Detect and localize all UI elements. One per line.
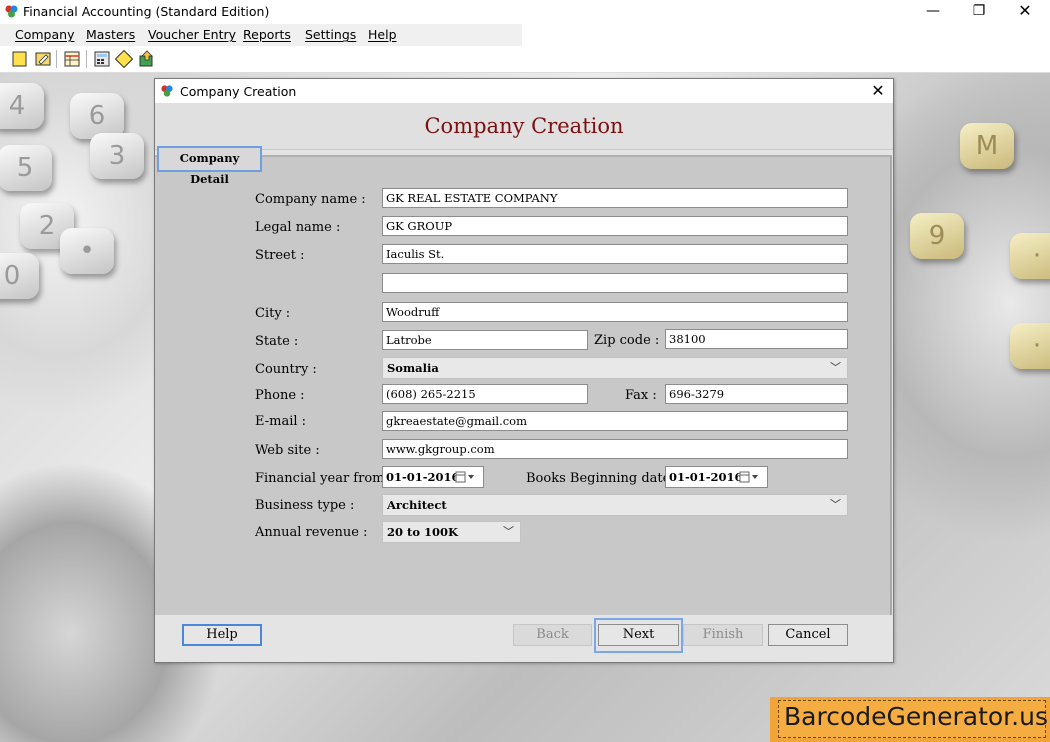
- chevron-down-icon: ﹀: [830, 361, 841, 374]
- email-field[interactable]: gkreaestate@gmail.com: [382, 411, 848, 431]
- website-label: Web site :: [255, 443, 320, 458]
- toolbar-separator: [56, 50, 57, 68]
- books-beginning-date-picker[interactable]: 01-01-2016: [665, 466, 768, 488]
- legal-name-label: Legal name :: [255, 220, 341, 235]
- state-label: State :: [255, 334, 299, 349]
- wallpaper-key-decoration: ·: [1010, 233, 1050, 279]
- dialog-heading: Company Creation: [424, 114, 624, 138]
- minimize-button[interactable]: —: [910, 0, 956, 24]
- open-icon[interactable]: [34, 50, 52, 68]
- watermark-text: BarcodeGenerator.us: [784, 702, 1048, 731]
- fax-label: Fax :: [625, 388, 657, 403]
- menu-voucher-entry[interactable]: Voucher Entry: [148, 27, 236, 42]
- finish-button[interactable]: Finish: [683, 624, 763, 646]
- toolbar-separator: [86, 50, 87, 68]
- calculator-icon[interactable]: [93, 50, 111, 68]
- app-logo-icon: [5, 5, 18, 18]
- back-button[interactable]: Back: [513, 624, 592, 646]
- tab-company-detail[interactable]: Company Detail: [157, 146, 262, 186]
- app-titlebar: Financial Accounting (Standard Edition) …: [0, 0, 1050, 24]
- app-title: Financial Accounting (Standard Edition): [23, 4, 270, 19]
- maximize-button[interactable]: ❐: [956, 0, 1002, 24]
- wallpaper-key-decoration: 4: [0, 83, 44, 129]
- financial-year-from-picker[interactable]: 01-01-2016: [382, 466, 484, 488]
- business-type-label: Business type :: [255, 498, 355, 513]
- dialog-close-button[interactable]: ✕: [867, 81, 889, 101]
- annual-revenue-dropdown[interactable]: 20 to 100K ﹀: [382, 521, 521, 543]
- financial-year-from-value: 01-01-2016: [386, 470, 460, 484]
- new-icon[interactable]: [11, 50, 29, 68]
- cancel-button[interactable]: Cancel: [768, 624, 848, 646]
- wallpaper-key-decoration: M: [960, 123, 1014, 169]
- wallpaper-key-decoration: 9: [910, 213, 964, 259]
- company-name-field[interactable]: GK REAL ESTATE COMPANY: [382, 188, 848, 208]
- city-field[interactable]: Woodruff: [382, 302, 848, 322]
- business-type-dropdown[interactable]: Architect ﹀: [382, 494, 848, 516]
- street-line2-field[interactable]: [382, 273, 848, 293]
- next-button[interactable]: Next: [598, 624, 679, 646]
- wallpaper-key-decoration: 0: [0, 253, 39, 299]
- country-value: Somalia: [387, 361, 439, 375]
- calendar-dropdown-icon: [455, 471, 474, 483]
- financial-year-from-label: Financial year from :: [255, 471, 393, 486]
- city-label: City :: [255, 306, 291, 321]
- wallpaper-key-decoration: 3: [90, 133, 144, 179]
- annual-revenue-label: Annual revenue :: [255, 525, 368, 540]
- phone-label: Phone :: [255, 388, 305, 403]
- menu-reports[interactable]: Reports: [243, 27, 291, 42]
- dialog-title: Company Creation: [180, 84, 297, 99]
- books-beginning-date-label: Books Beginning date:: [526, 471, 675, 486]
- wallpaper-key-decoration: 5: [0, 145, 52, 191]
- menu-settings[interactable]: Settings: [305, 27, 356, 42]
- annual-revenue-value: 20 to 100K: [387, 525, 458, 539]
- books-beginning-date-value: 01-01-2016: [669, 470, 743, 484]
- email-label: E-mail :: [255, 414, 307, 429]
- dialog-app-icon: [161, 85, 173, 97]
- country-label: Country :: [255, 362, 317, 377]
- state-field[interactable]: Latrobe: [382, 330, 588, 350]
- menu-masters[interactable]: Masters: [86, 27, 135, 42]
- wallpaper-key-decoration: ·: [1010, 323, 1050, 369]
- toolbar: [0, 46, 1050, 73]
- export-icon[interactable]: [138, 50, 156, 68]
- menu-help[interactable]: Help: [368, 27, 397, 42]
- company-detail-panel: Company name : GK REAL ESTATE COMPANY Le…: [155, 155, 892, 617]
- menu-company[interactable]: Company: [15, 27, 74, 42]
- business-type-value: Architect: [387, 498, 447, 512]
- chevron-down-icon: ﹀: [830, 498, 841, 511]
- street-label: Street :: [255, 248, 305, 263]
- website-field[interactable]: www.gkgroup.com: [382, 439, 848, 459]
- zip-code-label: Zip code :: [594, 333, 660, 348]
- dialog-titlebar: Company Creation ✕: [155, 79, 893, 103]
- chevron-down-icon: ﹀: [503, 525, 514, 538]
- notes-icon[interactable]: [115, 50, 133, 68]
- help-button[interactable]: Help: [182, 624, 262, 646]
- ledger-icon[interactable]: [63, 50, 81, 68]
- street-line1-field[interactable]: Iaculis St.: [382, 244, 848, 264]
- dialog-banner: Company Creation: [155, 103, 893, 150]
- menu-bar: Company Masters Voucher Entry Reports Se…: [0, 24, 522, 46]
- watermark-badge: BarcodeGenerator.us: [770, 697, 1050, 742]
- calendar-dropdown-icon: [739, 471, 758, 483]
- close-button[interactable]: ✕: [1002, 0, 1048, 24]
- fax-field[interactable]: 696-3279: [665, 384, 848, 404]
- phone-field[interactable]: (608) 265-2215: [382, 384, 588, 404]
- legal-name-field[interactable]: GK GROUP: [382, 216, 848, 236]
- company-name-label: Company name :: [255, 192, 366, 207]
- wallpaper-key-decoration: •: [60, 228, 114, 274]
- zip-code-field[interactable]: 38100: [665, 329, 848, 349]
- company-creation-dialog: Company Creation ✕ Company Creation Comp…: [154, 78, 894, 663]
- country-dropdown[interactable]: Somalia ﹀: [382, 357, 848, 379]
